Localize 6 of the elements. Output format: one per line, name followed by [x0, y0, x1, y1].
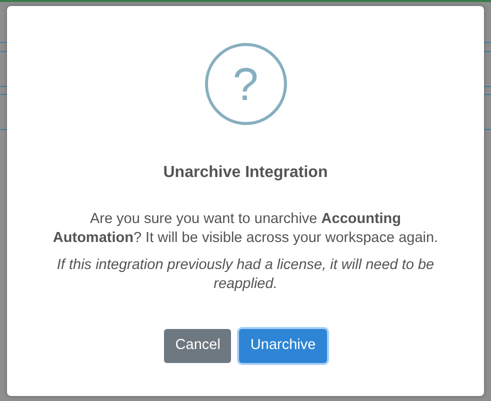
question-icon: ?: [204, 43, 286, 125]
cancel-button[interactable]: Cancel: [164, 329, 232, 363]
confirmation-message: Are you sure you want to unarchive Accounting Automation? It will be visible across your workspace again.: [52, 210, 440, 248]
unarchive-button[interactable]: Unarchive: [239, 329, 327, 363]
license-note: If this integration previously had a license, it will need to be reapplied.: [56, 256, 436, 294]
dialog-title: Unarchive Integration: [163, 163, 328, 183]
